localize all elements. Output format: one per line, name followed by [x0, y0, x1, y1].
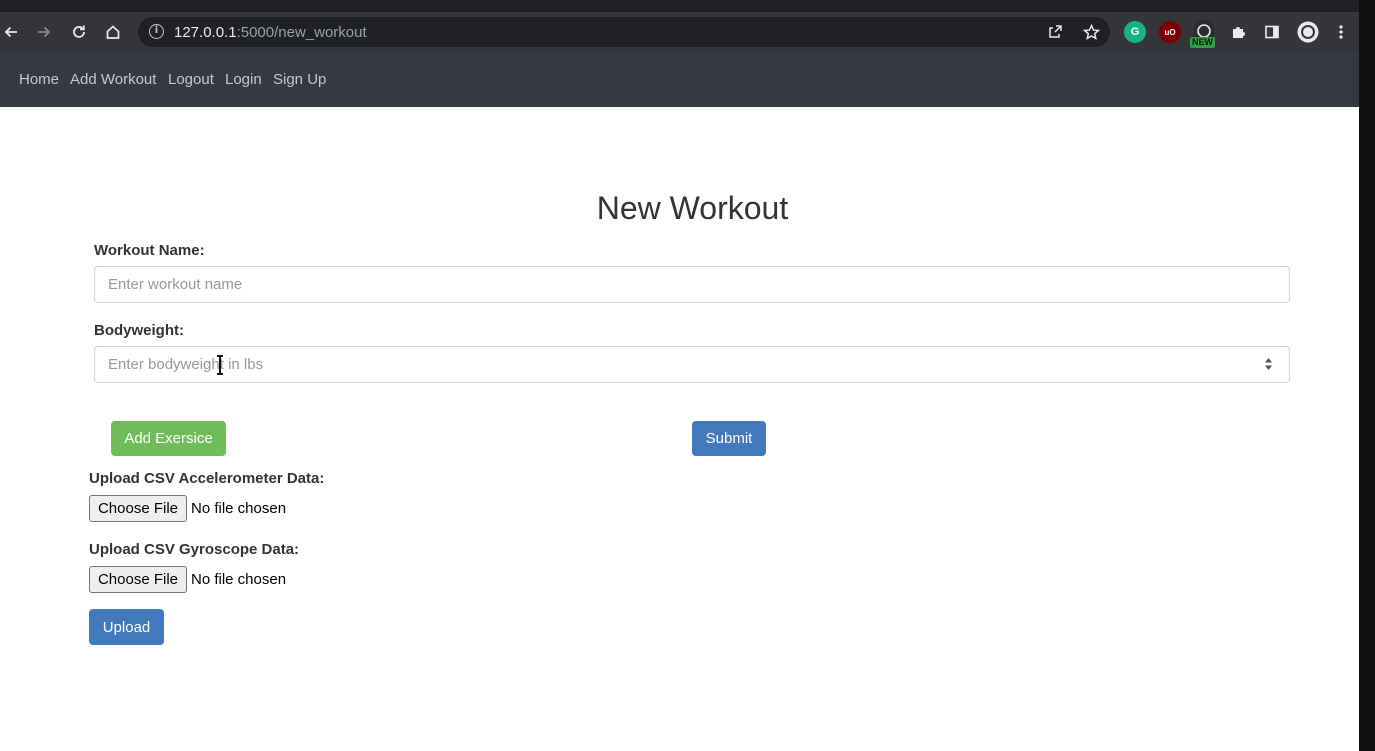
site-info-icon[interactable]: i: [149, 24, 164, 39]
profile-avatar-icon[interactable]: [1296, 12, 1320, 52]
bodyweight-spinner-icon[interactable]: [1263, 356, 1274, 372]
gyroscope-file-status: No file chosen: [191, 571, 287, 588]
workout-name-input[interactable]: [94, 266, 1290, 303]
url-path: :5000/new_workout: [236, 24, 367, 41]
browser-menu-icon[interactable]: [1333, 12, 1349, 52]
upload-button[interactable]: Upload: [89, 609, 164, 645]
address-bar[interactable]: i 127.0.0.1:5000/new_workout: [138, 17, 1110, 47]
workout-name-label: Workout Name:: [94, 242, 205, 259]
extensions-puzzle-icon[interactable]: [1228, 12, 1248, 52]
window-top-bar: [0, 0, 1359, 12]
reload-icon[interactable]: [69, 12, 89, 52]
accelerometer-choose-file-button[interactable]: Choose File: [89, 495, 187, 522]
bodyweight-input[interactable]: [94, 346, 1290, 383]
window-edge: [1359, 0, 1375, 751]
bodyweight-label: Bodyweight:: [94, 322, 184, 339]
nav-link-logout[interactable]: Logout: [168, 71, 214, 88]
ublock-icon[interactable]: uO: [1159, 21, 1181, 43]
bookmark-star-icon[interactable]: [1080, 12, 1102, 52]
submit-button[interactable]: Submit: [692, 421, 766, 456]
add-exercise-button[interactable]: Add Exersice: [111, 421, 226, 456]
browser-viewport: i 127.0.0.1:5000/new_workout G uO NEW Ho…: [0, 0, 1359, 751]
page-title: New Workout: [596, 190, 789, 226]
nav-link-add-workout[interactable]: Add Workout: [70, 71, 156, 88]
forward-icon[interactable]: [34, 12, 54, 52]
text-cursor-icon: [214, 355, 226, 375]
accelerometer-file-status: No file chosen: [191, 500, 287, 517]
extension-new-badge: NEW: [1190, 37, 1215, 48]
share-icon[interactable]: [1044, 12, 1066, 52]
back-icon[interactable]: [2, 12, 20, 52]
home-icon[interactable]: [103, 12, 123, 52]
site-navbar: Home Add Workout Logout Login Sign Up: [0, 52, 1359, 107]
accelerometer-upload-label: Upload CSV Accelerometer Data:: [89, 470, 325, 487]
side-panel-icon[interactable]: [1262, 12, 1282, 52]
nav-link-login[interactable]: Login: [225, 71, 262, 88]
gyroscope-choose-file-button[interactable]: Choose File: [89, 566, 187, 593]
nav-link-sign-up[interactable]: Sign Up: [273, 71, 326, 88]
gyroscope-upload-label: Upload CSV Gyroscope Data:: [89, 541, 300, 558]
browser-toolbar: i 127.0.0.1:5000/new_workout G uO NEW: [0, 12, 1359, 52]
grammarly-icon[interactable]: G: [1124, 21, 1146, 43]
url-text[interactable]: 127.0.0.1:5000/new_workout: [174, 24, 367, 41]
nav-link-home[interactable]: Home: [19, 71, 59, 88]
url-host: 127.0.0.1: [174, 24, 237, 41]
